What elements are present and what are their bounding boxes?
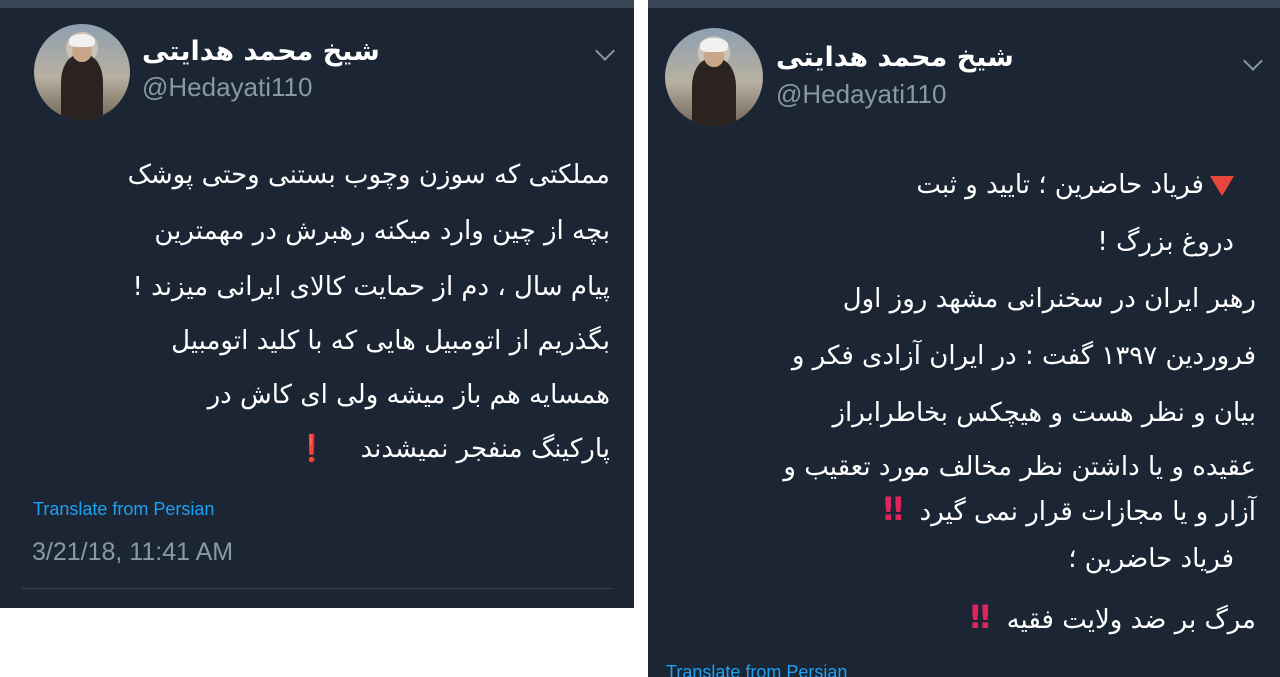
chevron-down-icon[interactable] [595, 41, 615, 61]
user-handle[interactable]: @Hedayati110 [776, 79, 946, 110]
tweet-text-line: فریاد حاضرین ؛ [1068, 544, 1234, 574]
display-name[interactable]: شیخ محمد هدایتی [142, 36, 380, 67]
tweet-text-line-7: آزار و یا مجازات قرار نمی گیرد ‼ [883, 490, 1256, 528]
tweet-text-line: رهبر ایران در سخنرانی مشهد روز اول [842, 284, 1256, 314]
tweet-text-line: دروغ بزرگ ! [1097, 227, 1234, 257]
tweet-text-line: بیان و نظر هست و هیچکس بخاطرابراز [832, 398, 1256, 428]
exclamation-icon: ❗ [295, 434, 329, 464]
chevron-down-icon[interactable] [1243, 51, 1263, 71]
tweet-card-right: شیخ محمد هدایتی @Hedayati110 فریاد حاضری… [648, 0, 1280, 677]
timestamp[interactable]: 3/21/18, 11:41 AM [32, 538, 233, 567]
tweet-text-line-9: مرگ بر ضد ولایت فقیه ‼ [970, 598, 1256, 636]
translate-link[interactable]: Translate from Persian [33, 499, 214, 520]
user-handle[interactable]: @Hedayati110 [142, 72, 312, 103]
tweet-text-line: فروردین ۱۳۹۷ گفت : در ایران آزادی فکر و [791, 341, 1256, 371]
avatar[interactable] [665, 28, 763, 126]
tweet-card-left: شیخ محمد هدایتی @Hedayati110 مملکتی که س… [0, 0, 634, 608]
tweet-text-line: همسایه هم باز میشه ولی ای کاش در [207, 380, 610, 410]
tweet-text-line: پارکینگ منفجر نمیشدند [360, 434, 610, 464]
double-exclamation-icon: ‼ [883, 490, 904, 528]
tweet-text-line: مرگ بر ضد ولایت فقیه [1006, 605, 1256, 635]
tweet-text-line-last: پارکینگ منفجر نمیشدند ❗ [296, 434, 610, 464]
tweet-text-line: بگذریم از اتومبیل هایی که با کلید اتومبی… [171, 326, 610, 356]
tweet-text-line: پیام سال ، دم از حمایت کالای ایرانی میزن… [132, 272, 610, 302]
top-divider [0, 0, 634, 8]
bottom-divider [22, 588, 612, 589]
tweet-text-line: بچه از چین وارد میکنه رهبرش در مهمترین [154, 216, 610, 246]
avatar[interactable] [34, 24, 130, 120]
tweet-text-line: فریاد حاضرین ؛ تایید و ثبت [916, 170, 1204, 200]
double-exclamation-icon: ‼ [970, 598, 991, 636]
tweet-text-line-first: فریاد حاضرین ؛ تایید و ثبت [916, 170, 1234, 200]
tweet-text-line: عقیده و یا داشتن نظر مخالف مورد تعقیب و [783, 452, 1256, 482]
red-triangle-icon [1210, 175, 1234, 196]
top-divider [648, 0, 1280, 8]
display-name[interactable]: شیخ محمد هدایتی [776, 42, 1014, 73]
tweet-text-line: آزار و یا مجازات قرار نمی گیرد [919, 497, 1256, 527]
tweet-text-line: مملکتی که سوزن وچوب بستنی وحتی پوشک [127, 160, 610, 190]
translate-link[interactable]: Translate from Persian [666, 662, 847, 677]
